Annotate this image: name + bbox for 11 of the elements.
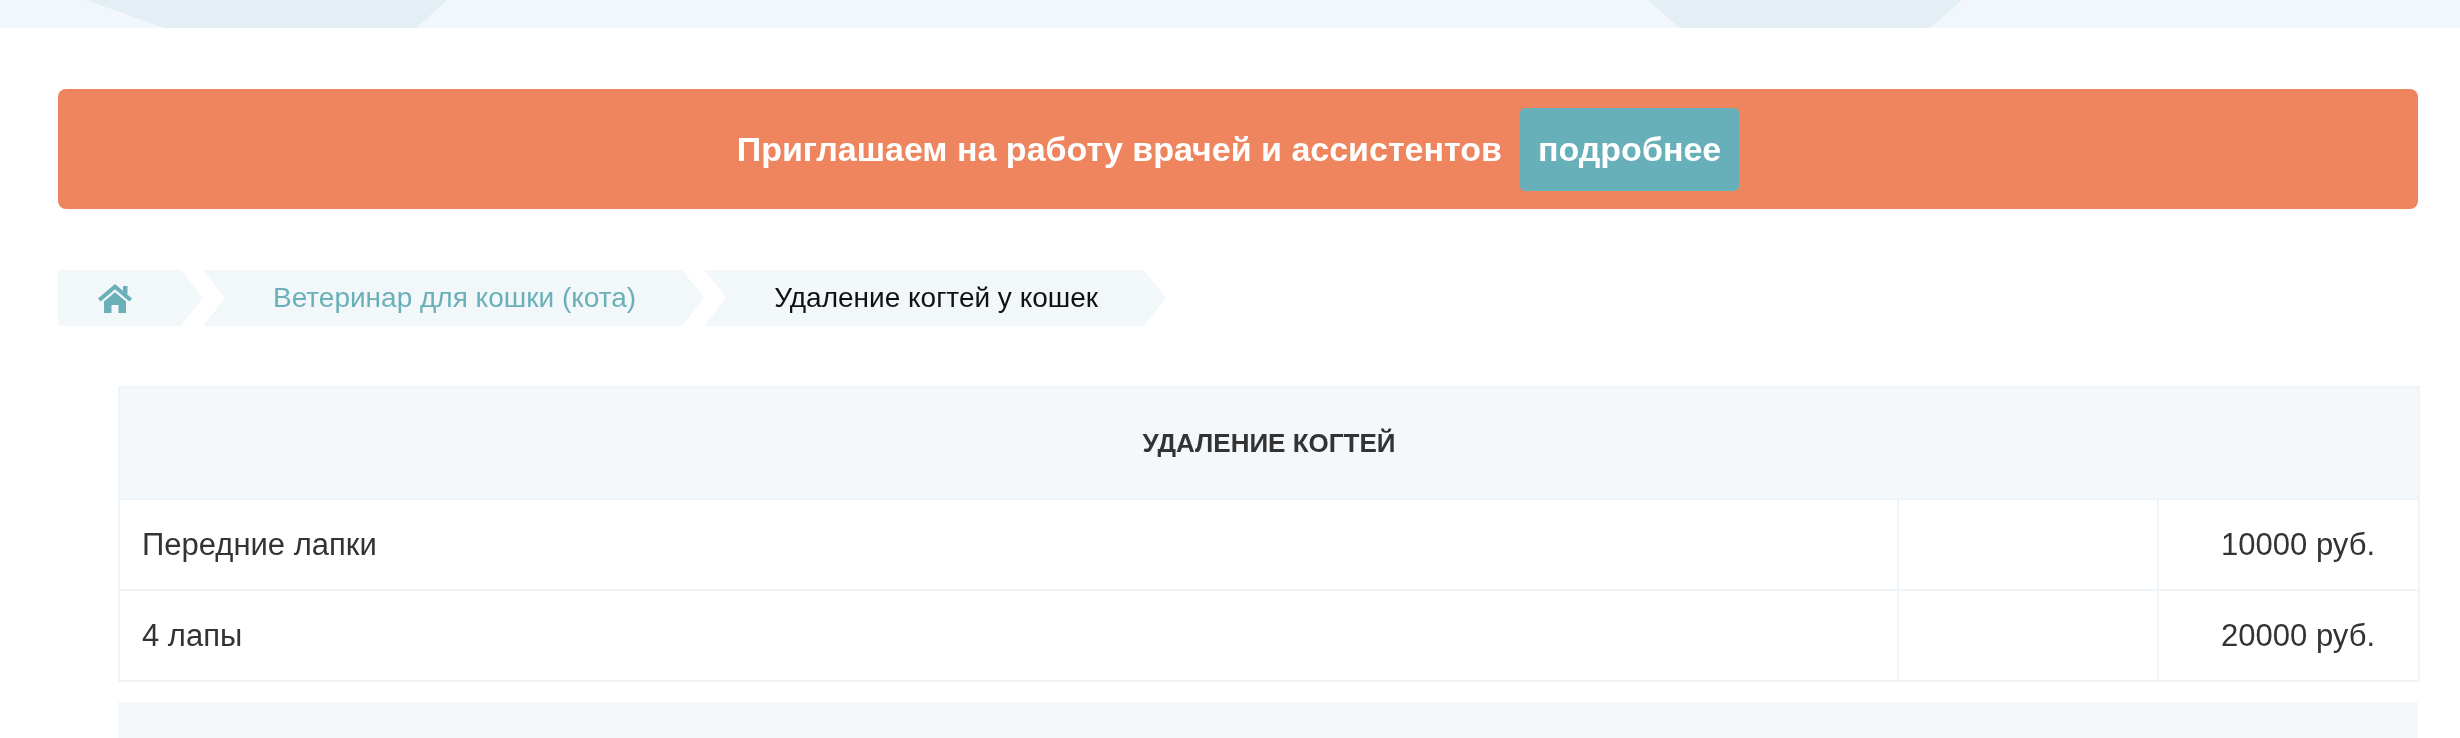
breadcrumb-link[interactable]: Ветеринар для кошки (кота) <box>203 270 705 326</box>
banner-text: Приглашаем на работу врачей и ассистентов <box>736 129 1502 169</box>
home-icon <box>97 283 133 313</box>
price-cell: 10000 руб. <box>2158 499 2419 590</box>
details-button[interactable]: подробнее <box>1519 107 1740 191</box>
service-cell: 4 лапы <box>119 590 1898 681</box>
table-title: УДАЛЕНИЕ КОГТЕЙ <box>119 387 2419 499</box>
service-cell: Передние лапки <box>119 499 1898 590</box>
breadcrumb-current: Удаление когтей у кошек <box>704 270 1167 326</box>
price-cell: 20000 руб. <box>2158 590 2419 681</box>
home-breadcrumb[interactable] <box>58 270 203 326</box>
